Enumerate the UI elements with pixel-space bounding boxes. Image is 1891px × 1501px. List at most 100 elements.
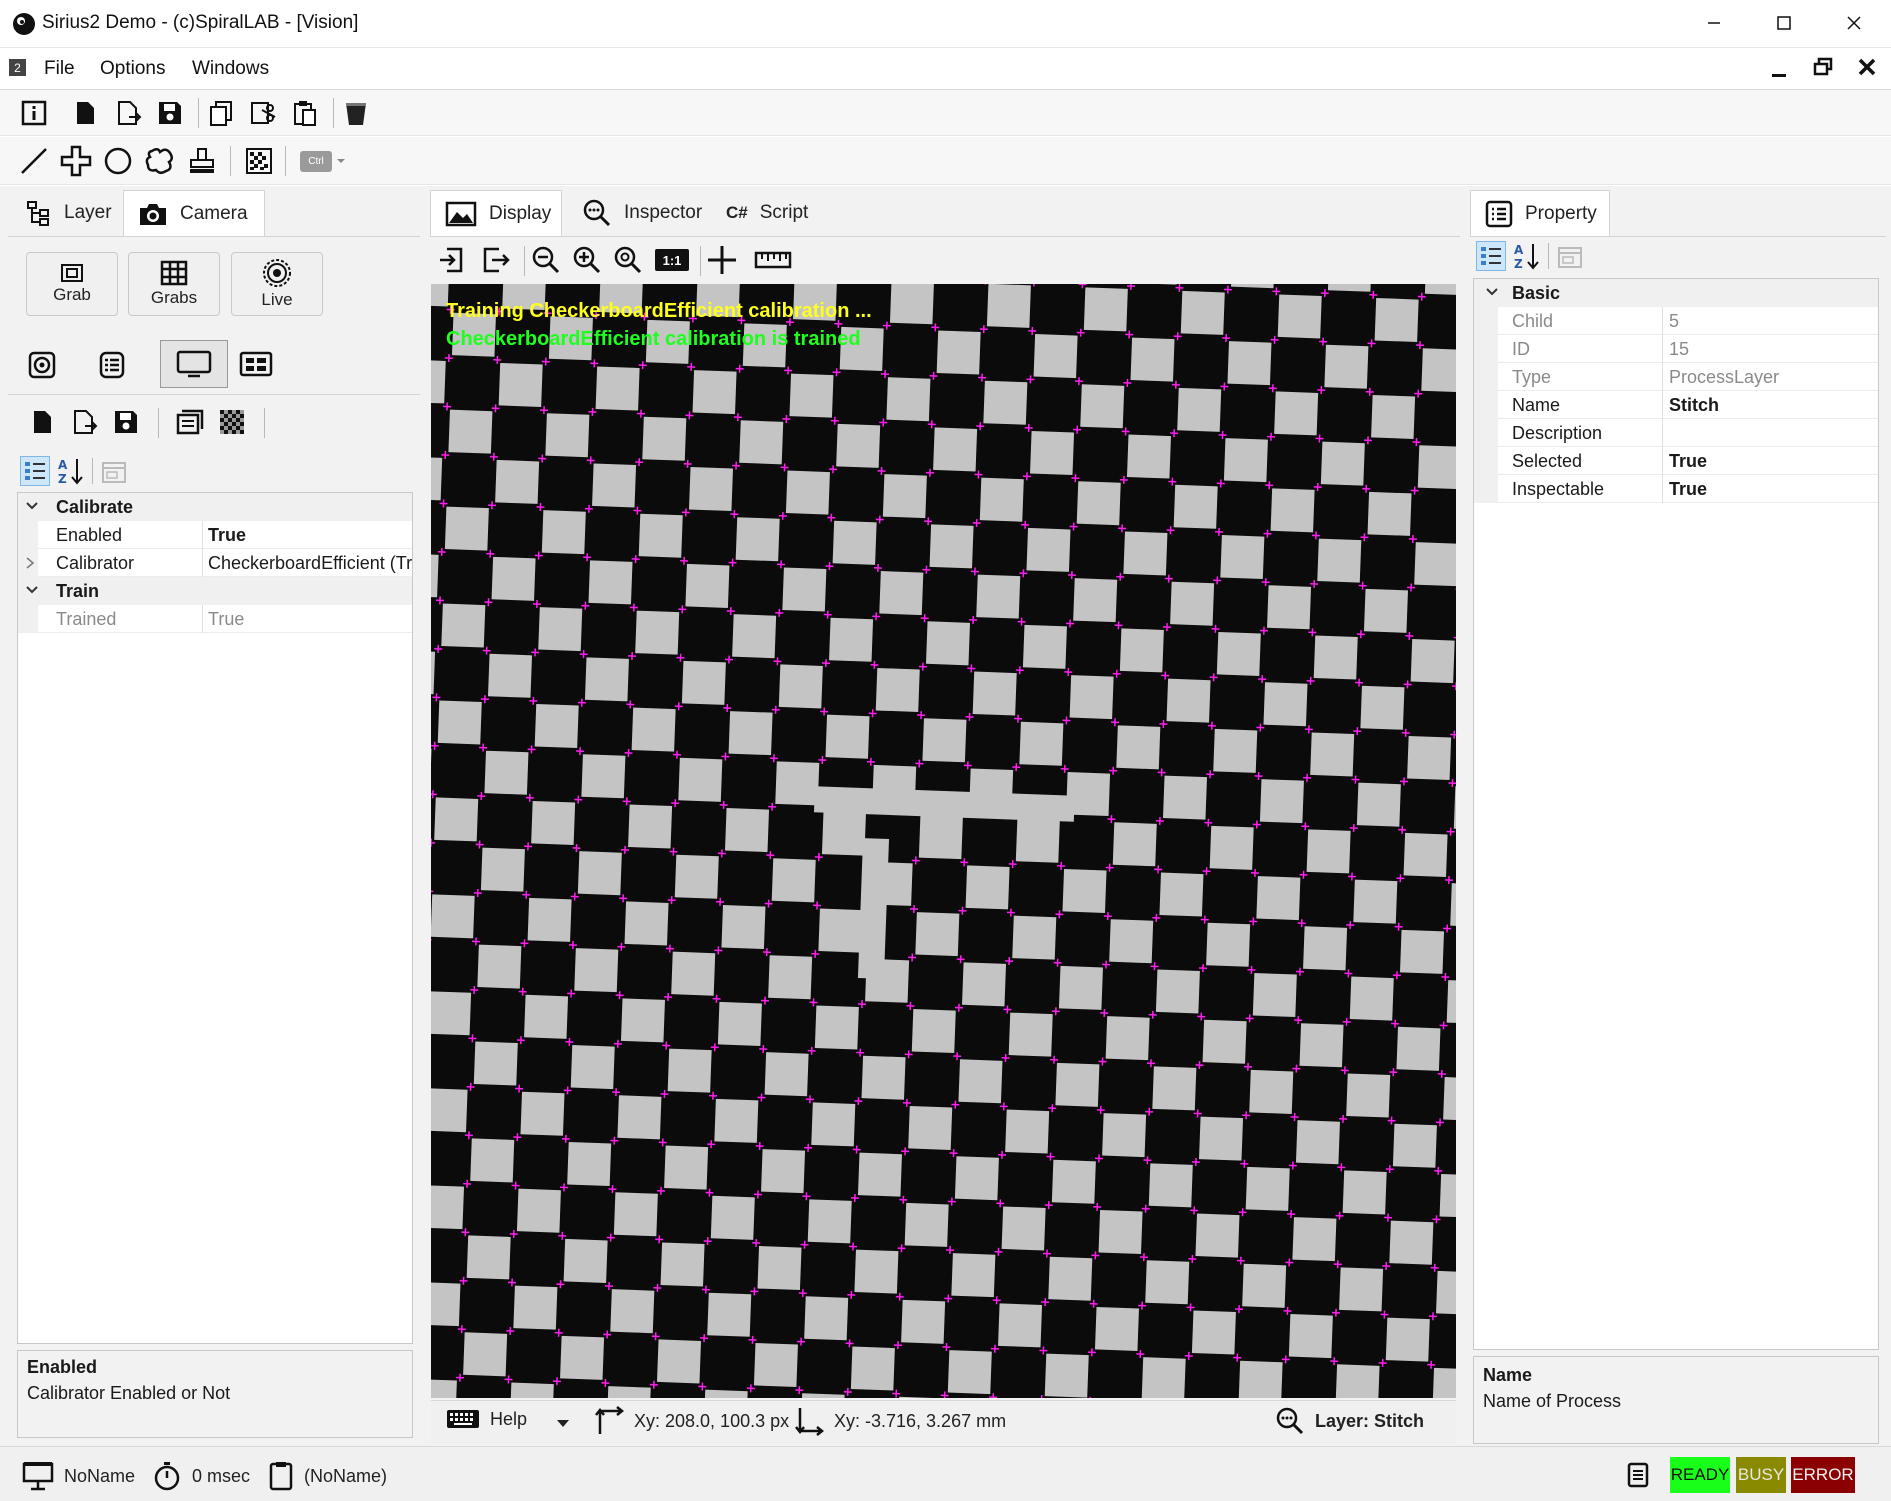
cut-icon[interactable] (245, 95, 281, 131)
help-control[interactable]: Help (446, 1408, 527, 1430)
property-pages-icon[interactable] (100, 458, 128, 486)
svg-text:Z: Z (58, 472, 67, 486)
target-mode-icon[interactable] (22, 345, 62, 385)
layout-mode-icon[interactable] (236, 345, 276, 385)
mdi-close-icon[interactable] (1856, 56, 1878, 78)
property-row-type[interactable]: Type ProcessLayer (1474, 363, 1878, 391)
property-name: Enabled (56, 525, 123, 545)
minimize-button[interactable] (1680, 0, 1748, 46)
property-row-name[interactable]: Name Stitch (1474, 391, 1878, 419)
circle-tool-icon[interactable] (100, 143, 136, 179)
status-bar: NoName 0 msec (NoName) READY BUSY ERROR (0, 1446, 1891, 1501)
right-alphabetical-sort-icon[interactable]: AZ (1512, 241, 1542, 271)
mdi-child-icon[interactable]: 2 (9, 59, 26, 76)
collapse-icon[interactable] (24, 581, 40, 597)
stamp-tool-icon[interactable] (184, 143, 220, 179)
grabs-button[interactable]: Grabs (128, 252, 220, 316)
menu-windows[interactable]: Windows (192, 58, 269, 80)
collapse-icon[interactable] (24, 497, 40, 513)
ctrl-dropdown-icon[interactable] (336, 157, 346, 165)
ctrl-key-button[interactable]: Ctrl (300, 151, 332, 172)
log-icon[interactable] (1626, 1461, 1650, 1489)
category-calibrate[interactable]: Calibrate (18, 493, 412, 521)
property-row-id[interactable]: ID 15 (1474, 335, 1878, 363)
collapse-icon[interactable] (1484, 283, 1500, 299)
image-tool-icon[interactable] (172, 404, 208, 440)
property-value[interactable]: Stitch (1669, 395, 1719, 416)
monitor-stand-icon (22, 1461, 54, 1491)
overlay-training-message: Training CheckerboardEfficient calibrati… (446, 300, 872, 322)
list-mode-icon[interactable] (92, 345, 132, 385)
help-dropdown-icon[interactable] (556, 1418, 570, 1428)
property-row-description[interactable]: Description (1474, 419, 1878, 447)
right-property-pages-icon[interactable] (1556, 243, 1584, 271)
grid-icon (160, 260, 188, 286)
export-icon[interactable] (478, 242, 514, 278)
mdi-restore-icon[interactable] (1812, 56, 1834, 78)
zoom-out-icon[interactable] (528, 242, 564, 278)
qr-code-icon[interactable] (241, 143, 277, 179)
property-name: Type (1512, 367, 1552, 387)
menu-options[interactable]: Options (100, 58, 165, 80)
expand-icon[interactable] (24, 556, 36, 570)
mdi-minimize-icon[interactable] (1768, 58, 1790, 80)
property-value[interactable]: True (1669, 479, 1707, 500)
camera-new-icon[interactable] (24, 404, 60, 440)
tab-camera[interactable]: Camera (123, 190, 265, 236)
zoom-actual-size-icon[interactable]: 1:1 (655, 249, 689, 271)
maximize-button[interactable] (1750, 0, 1818, 46)
alphabetical-sort-icon[interactable]: AZ (56, 456, 86, 486)
property-row-selected[interactable]: Selected True (1474, 447, 1878, 475)
document-name-value: NoName (64, 1465, 136, 1486)
paste-icon[interactable] (287, 95, 323, 131)
tab-layer[interactable]: Layer (12, 190, 126, 236)
tab-inspector[interactable]: Inspector (568, 190, 716, 236)
property-row-enabled[interactable]: Enabled True (18, 521, 412, 549)
app-icon (12, 12, 36, 36)
layer-inspect-icon (1275, 1406, 1305, 1436)
property-value[interactable]: True (208, 525, 246, 546)
blob-tool-icon[interactable] (142, 143, 178, 179)
tab-script[interactable]: C# Script (712, 190, 822, 236)
property-value[interactable]: CheckerboardEfficient (Trained) (208, 553, 412, 574)
camera-open-icon[interactable] (66, 404, 102, 440)
line-tool-icon[interactable] (16, 143, 52, 179)
image-display-canvas[interactable]: Training CheckerboardEfficient calibrati… (431, 284, 1456, 1398)
property-row-inspectable[interactable]: Inspectable True (1474, 475, 1878, 503)
property-value[interactable]: True (1669, 451, 1707, 472)
import-icon[interactable] (433, 242, 469, 278)
property-row-trained[interactable]: Trained True (18, 605, 412, 633)
save-icon[interactable] (152, 95, 188, 131)
zoom-in-icon[interactable] (569, 242, 605, 278)
zoom-fit-icon[interactable] (610, 242, 646, 278)
camera-help-box: Enabled Calibrator Enabled or Not (17, 1350, 413, 1438)
tab-property[interactable]: Property (1470, 190, 1610, 236)
close-button[interactable] (1820, 0, 1888, 46)
cross-tool-icon[interactable] (58, 143, 94, 179)
live-button[interactable]: Live (231, 252, 323, 316)
pixel-coordinate-value: Xy: 208.0, 100.3 px (634, 1410, 790, 1431)
category-basic[interactable]: Basic (1474, 279, 1878, 307)
new-file-icon[interactable] (67, 95, 103, 131)
categorized-sort-icon[interactable] (20, 456, 50, 486)
copy-icon[interactable] (203, 95, 239, 131)
right-categorized-sort-icon[interactable] (1476, 241, 1506, 271)
property-row-child[interactable]: Child 5 (1474, 307, 1878, 335)
property-name: ID (1512, 339, 1530, 359)
info-icon[interactable] (16, 95, 52, 131)
open-file-icon[interactable] (110, 95, 146, 131)
checkerboard-icon[interactable] (214, 404, 250, 440)
monitor-mode-icon[interactable] (160, 340, 228, 388)
camera-icon (138, 201, 168, 227)
crosshair-icon[interactable] (704, 242, 740, 278)
grab-button[interactable]: Grab (26, 252, 118, 316)
tab-display[interactable]: Display (430, 190, 562, 236)
delete-icon[interactable] (338, 95, 374, 131)
camera-save-icon[interactable] (108, 404, 144, 440)
ruler-icon[interactable] (752, 242, 794, 278)
category-train[interactable]: Train (18, 577, 412, 605)
property-row-calibrator[interactable]: Calibrator CheckerboardEfficient (Traine… (18, 549, 412, 577)
property-name: Description (1512, 423, 1603, 443)
menu-file[interactable]: File (44, 58, 75, 80)
property-name: Selected (1512, 451, 1583, 471)
